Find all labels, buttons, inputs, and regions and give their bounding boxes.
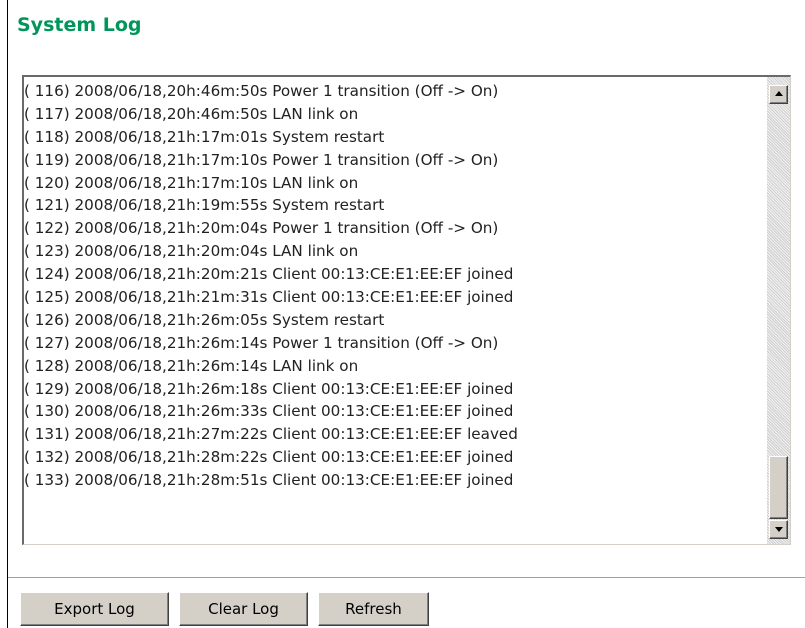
- log-line: ( 118) 2008/06/18,21h:17m:01s System res…: [24, 127, 385, 146]
- log-line: ( 128) 2008/06/18,21h:26m:14s LAN link o…: [24, 356, 359, 375]
- log-line: ( 123) 2008/06/18,21h:20m:04s LAN link o…: [24, 242, 359, 261]
- page-border: [7, 0, 8, 628]
- log-content: ( 116) 2008/06/18,20h:46m:50s Power 1 tr…: [24, 80, 766, 542]
- page-title: System Log: [17, 14, 142, 36]
- log-line: ( 129) 2008/06/18,21h:26m:18s Client 00:…: [24, 379, 514, 398]
- arrow-up-icon: [775, 91, 783, 96]
- log-line: ( 116) 2008/06/18,20h:46m:50s Power 1 tr…: [24, 82, 499, 100]
- divider: [8, 577, 805, 578]
- log-line: ( 132) 2008/06/18,21h:28m:22s Client 00:…: [24, 448, 514, 467]
- refresh-button[interactable]: Refresh: [318, 592, 429, 626]
- log-line: ( 121) 2008/06/18,21h:19m:55s System res…: [24, 196, 385, 215]
- log-line: ( 133) 2008/06/18,21h:28m:51s Client 00:…: [24, 471, 514, 490]
- log-line: ( 117) 2008/06/18,20h:46m:50s LAN link o…: [24, 104, 359, 123]
- log-scrollbar[interactable]: [767, 77, 790, 544]
- scroll-up-button[interactable]: [769, 85, 788, 104]
- export-log-button[interactable]: Export Log: [20, 592, 169, 626]
- log-line: ( 131) 2008/06/18,21h:27m:22s Client 00:…: [24, 425, 518, 444]
- scrollbar-thumb[interactable]: [769, 456, 788, 519]
- log-line: ( 119) 2008/06/18,21h:17m:10s Power 1 tr…: [24, 150, 499, 169]
- log-line: ( 125) 2008/06/18,21h:21m:31s Client 00:…: [24, 288, 514, 307]
- log-line: ( 124) 2008/06/18,21h:20m:21s Client 00:…: [24, 265, 514, 284]
- log-line: ( 130) 2008/06/18,21h:26m:33s Client 00:…: [24, 402, 514, 421]
- log-line: ( 126) 2008/06/18,21h:26m:05s System res…: [24, 310, 385, 329]
- arrow-down-icon: [775, 527, 783, 532]
- log-line: ( 122) 2008/06/18,21h:20m:04s Power 1 tr…: [24, 219, 499, 238]
- log-line: ( 120) 2008/06/18,21h:17m:10s LAN link o…: [24, 173, 359, 192]
- scroll-down-button[interactable]: [769, 520, 788, 539]
- clear-log-button[interactable]: Clear Log: [179, 592, 308, 626]
- system-log-textarea[interactable]: ( 116) 2008/06/18,20h:46m:50s Power 1 tr…: [22, 75, 791, 545]
- log-line: ( 127) 2008/06/18,21h:26m:14s Power 1 tr…: [24, 333, 499, 352]
